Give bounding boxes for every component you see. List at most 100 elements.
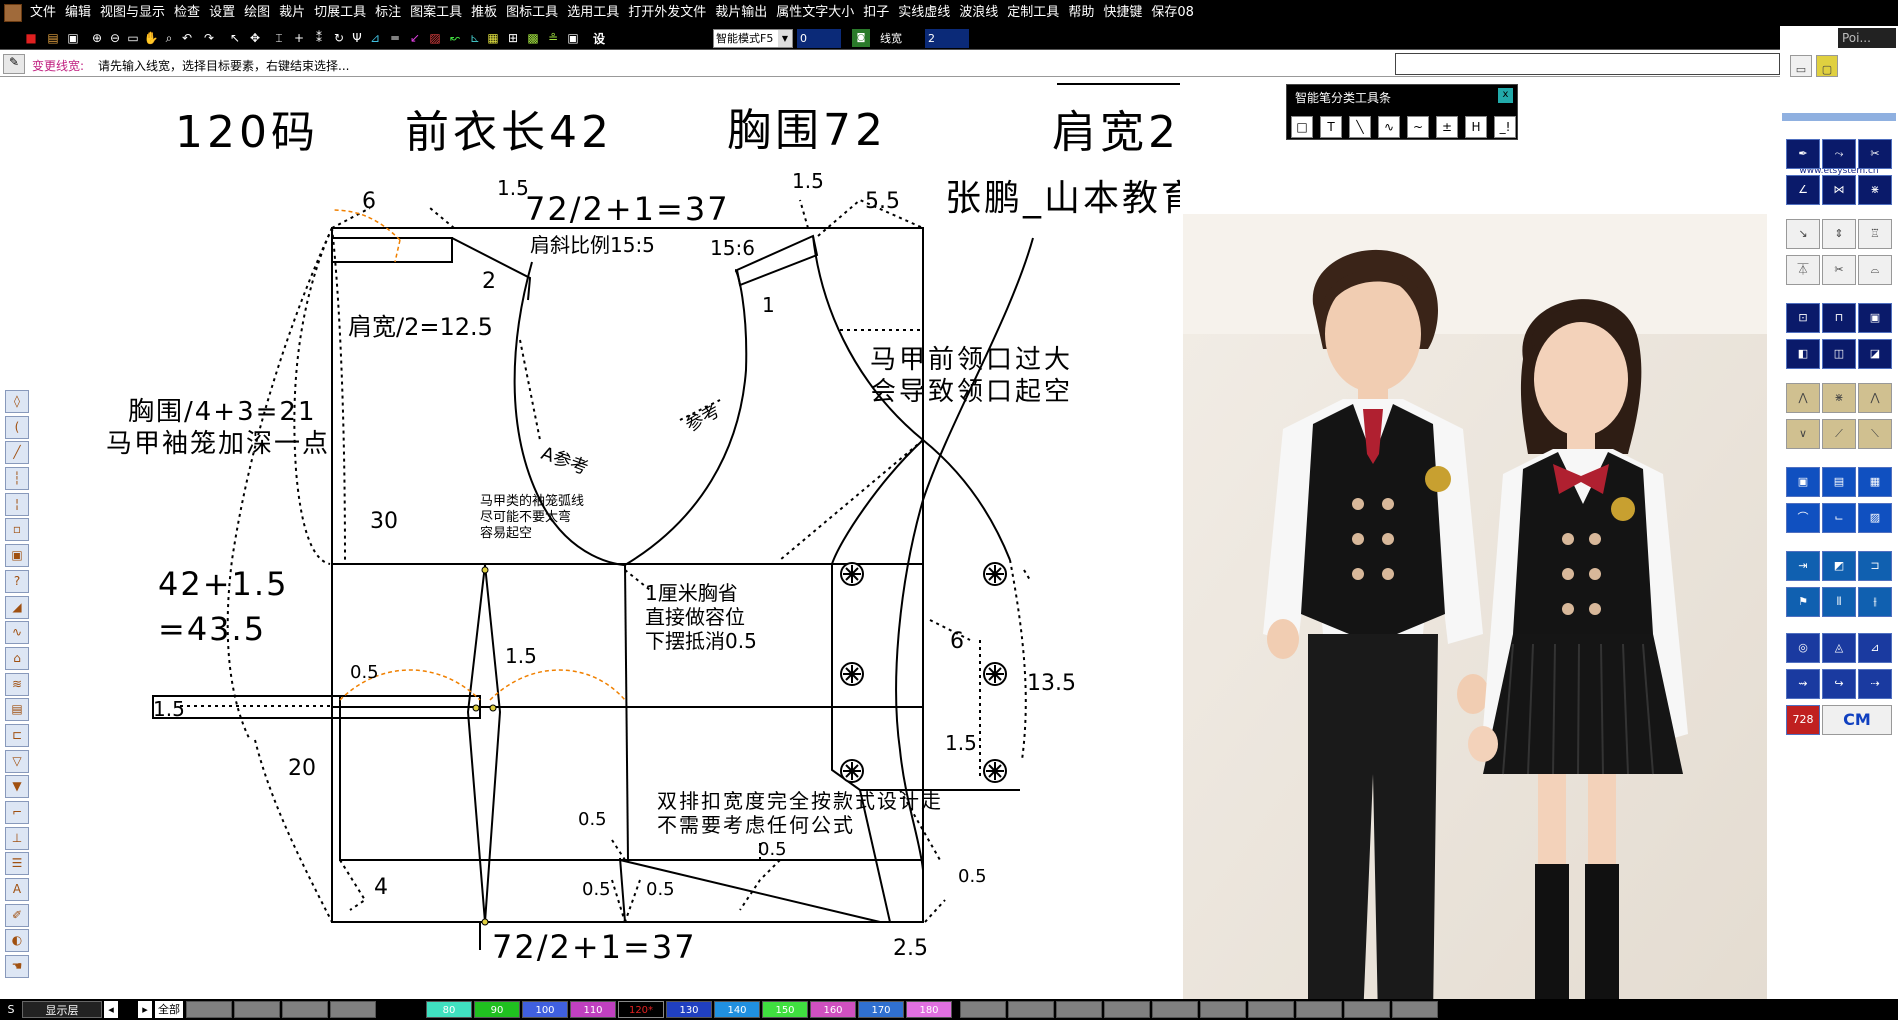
layer-cell[interactable] bbox=[330, 1001, 376, 1018]
pattern-tool-icon[interactable]: ▩ bbox=[524, 29, 542, 47]
chevron-down-icon[interactable]: ▼ bbox=[778, 30, 792, 47]
dart-icon[interactable]: ⋀ bbox=[1786, 383, 1820, 413]
layer-cell[interactable] bbox=[1392, 1001, 1438, 1018]
layer-cell[interactable] bbox=[234, 1001, 280, 1018]
mark-button[interactable]: _! bbox=[1494, 116, 1516, 138]
scissors-icon[interactable]: ✂ bbox=[1822, 255, 1856, 285]
machine-icon[interactable]: ⊡ bbox=[1786, 303, 1820, 333]
grid-tool-icon[interactable]: ⊞ bbox=[504, 29, 522, 47]
pleat-icon[interactable]: ⋇ bbox=[1858, 175, 1892, 205]
color-layer-cell[interactable]: 100 bbox=[522, 1001, 568, 1018]
edge-tool-icon[interactable]: ┆ bbox=[5, 467, 29, 491]
pen-tool-icon[interactable]: ✒ bbox=[1786, 139, 1820, 169]
move-icon[interactable]: ✥ bbox=[246, 29, 264, 47]
notch-tool-icon[interactable]: ⊏ bbox=[5, 723, 29, 747]
align-tool-icon[interactable]: ☰ bbox=[5, 852, 29, 876]
split-icon[interactable]: ⫴ bbox=[1822, 587, 1856, 617]
menu-item[interactable]: 选用工具 bbox=[565, 0, 626, 26]
menu-item[interactable]: 图标工具 bbox=[504, 0, 565, 26]
curve-icon[interactable]: ⌒ bbox=[1786, 503, 1820, 533]
layer-cell[interactable] bbox=[186, 1001, 232, 1018]
pan-icon[interactable]: ✋ bbox=[142, 29, 160, 47]
color-layer-cell[interactable]: 120* bbox=[618, 1001, 664, 1018]
stitch-icon[interactable]: ⇢ bbox=[1858, 669, 1892, 699]
bezier-tool-icon[interactable]: ◊ bbox=[5, 390, 29, 413]
color-layer-cell[interactable]: 110 bbox=[570, 1001, 616, 1018]
menu-item[interactable]: 视图与显示 bbox=[98, 0, 172, 26]
undo-icon[interactable]: ↶ bbox=[178, 29, 196, 47]
fit-window-icon[interactable]: ▭ bbox=[124, 29, 142, 47]
layer-cell[interactable] bbox=[1152, 1001, 1198, 1018]
next-arrow-icon[interactable]: ▸ bbox=[138, 1001, 152, 1018]
angle-icon[interactable]: ∠ bbox=[1786, 175, 1820, 205]
settings-label[interactable]: 设 bbox=[590, 29, 608, 47]
drawing-canvas[interactable]: 120码 前衣长42 胸围72 肩宽25 张鹏_山本教育 6 1.5 72/2+… bbox=[30, 78, 1180, 1000]
new-file-icon[interactable]: ■ bbox=[22, 29, 40, 47]
slash-icon[interactable]: ⟋ bbox=[1822, 419, 1856, 449]
tag-icon[interactable]: ◎ bbox=[1786, 633, 1820, 663]
unit-cm-button[interactable]: CM bbox=[1822, 705, 1892, 735]
flag-icon[interactable]: ⚑ bbox=[1786, 587, 1820, 617]
menu-item[interactable]: 裁片 bbox=[277, 0, 312, 26]
triangle-tool-icon[interactable]: ▼ bbox=[5, 775, 29, 799]
lock-icon[interactable]: ⊓ bbox=[1822, 303, 1856, 333]
sleeve-icon[interactable]: ◪ bbox=[1858, 339, 1892, 369]
frame-tool-icon[interactable]: ▣ bbox=[5, 544, 29, 568]
sewing-tool-icon[interactable]: ⤳ bbox=[1822, 139, 1856, 169]
menu-item[interactable]: 图案工具 bbox=[408, 0, 469, 26]
text-cursor-icon[interactable]: ⌶ bbox=[270, 29, 288, 47]
rect-button[interactable]: □ bbox=[1291, 116, 1313, 138]
line-tool-icon[interactable]: ╱ bbox=[5, 441, 29, 465]
size-value[interactable]: 728 bbox=[1786, 705, 1820, 735]
join-icon[interactable]: ⫲ bbox=[1858, 587, 1892, 617]
arrows-icon[interactable]: ⇕ bbox=[1822, 219, 1856, 249]
select-icon[interactable]: ↖ bbox=[226, 29, 244, 47]
menu-item[interactable]: 文件 bbox=[28, 0, 63, 26]
shoe-icon[interactable]: ⌓ bbox=[1858, 255, 1892, 285]
brush-tool-icon[interactable]: ✐ bbox=[5, 903, 29, 927]
menu-item[interactable]: 实线虚线 bbox=[896, 0, 957, 26]
all-layers-button[interactable]: 全部 bbox=[155, 1001, 183, 1018]
layer-cell[interactable] bbox=[1104, 1001, 1150, 1018]
layer-cell[interactable] bbox=[1056, 1001, 1102, 1018]
menu-item[interactable]: 属性文字大小 bbox=[774, 0, 861, 26]
open-file-icon[interactable]: ▤ bbox=[44, 29, 62, 47]
save-icon[interactable]: ▣ bbox=[64, 29, 82, 47]
menu-item[interactable]: 设置 bbox=[207, 0, 242, 26]
menu-item[interactable]: 定制工具 bbox=[1005, 0, 1066, 26]
command-input[interactable] bbox=[1395, 53, 1780, 75]
layer-cell[interactable] bbox=[1296, 1001, 1342, 1018]
trident-icon[interactable]: Ψ bbox=[348, 29, 366, 47]
table-tool-icon[interactable]: ▤ bbox=[5, 698, 29, 722]
bucket-icon[interactable]: ◧ bbox=[1786, 339, 1820, 369]
curve-edit-icon[interactable]: ∿ bbox=[5, 621, 29, 645]
menu-item[interactable]: 帮助 bbox=[1066, 0, 1101, 26]
help-tool-icon[interactable]: ? bbox=[5, 569, 29, 593]
measure-icon[interactable]: ⁑ bbox=[310, 29, 328, 47]
needle-icon[interactable]: ↘ bbox=[1786, 219, 1820, 249]
mode-select[interactable]: 智能模式F5 ▼ bbox=[713, 29, 793, 48]
menu-item[interactable]: 推板 bbox=[469, 0, 504, 26]
cut-tool-icon[interactable]: ✂ bbox=[1858, 139, 1892, 169]
ruler-tool-icon[interactable]: ⊥ bbox=[5, 826, 29, 850]
step-icon[interactable]: ⌙ bbox=[1822, 503, 1856, 533]
hand-tool-icon[interactable]: ☚ bbox=[5, 955, 29, 979]
layer-cell[interactable] bbox=[282, 1001, 328, 1018]
chart-icon[interactable]: ▨ bbox=[1858, 503, 1892, 533]
hook-icon[interactable]: ↪ bbox=[1822, 669, 1856, 699]
color-layer-cell[interactable]: 80 bbox=[426, 1001, 472, 1018]
curve-button[interactable]: ~ bbox=[1407, 116, 1429, 138]
layer-display[interactable]: 显示层 bbox=[22, 1001, 102, 1018]
zoom-in-icon[interactable]: ⊕ bbox=[88, 29, 106, 47]
menu-item[interactable]: 标注 bbox=[373, 0, 408, 26]
prev-arrow-icon[interactable]: ◂ bbox=[104, 1001, 118, 1018]
text-button[interactable]: T bbox=[1320, 116, 1342, 138]
color-layer-cell[interactable]: 140 bbox=[714, 1001, 760, 1018]
menu-item[interactable]: 打开外发文件 bbox=[626, 0, 713, 26]
mark-tool-icon[interactable]: ≗ bbox=[544, 29, 562, 47]
folder-icon[interactable]: ▢ bbox=[1816, 55, 1838, 77]
color-layer-cell[interactable]: 150 bbox=[762, 1001, 808, 1018]
monitor-icon[interactable]: ▤ bbox=[1822, 467, 1856, 497]
zoom-window-icon[interactable]: ⌕ bbox=[160, 29, 178, 47]
drop-tool-icon[interactable]: ◐ bbox=[5, 929, 29, 953]
